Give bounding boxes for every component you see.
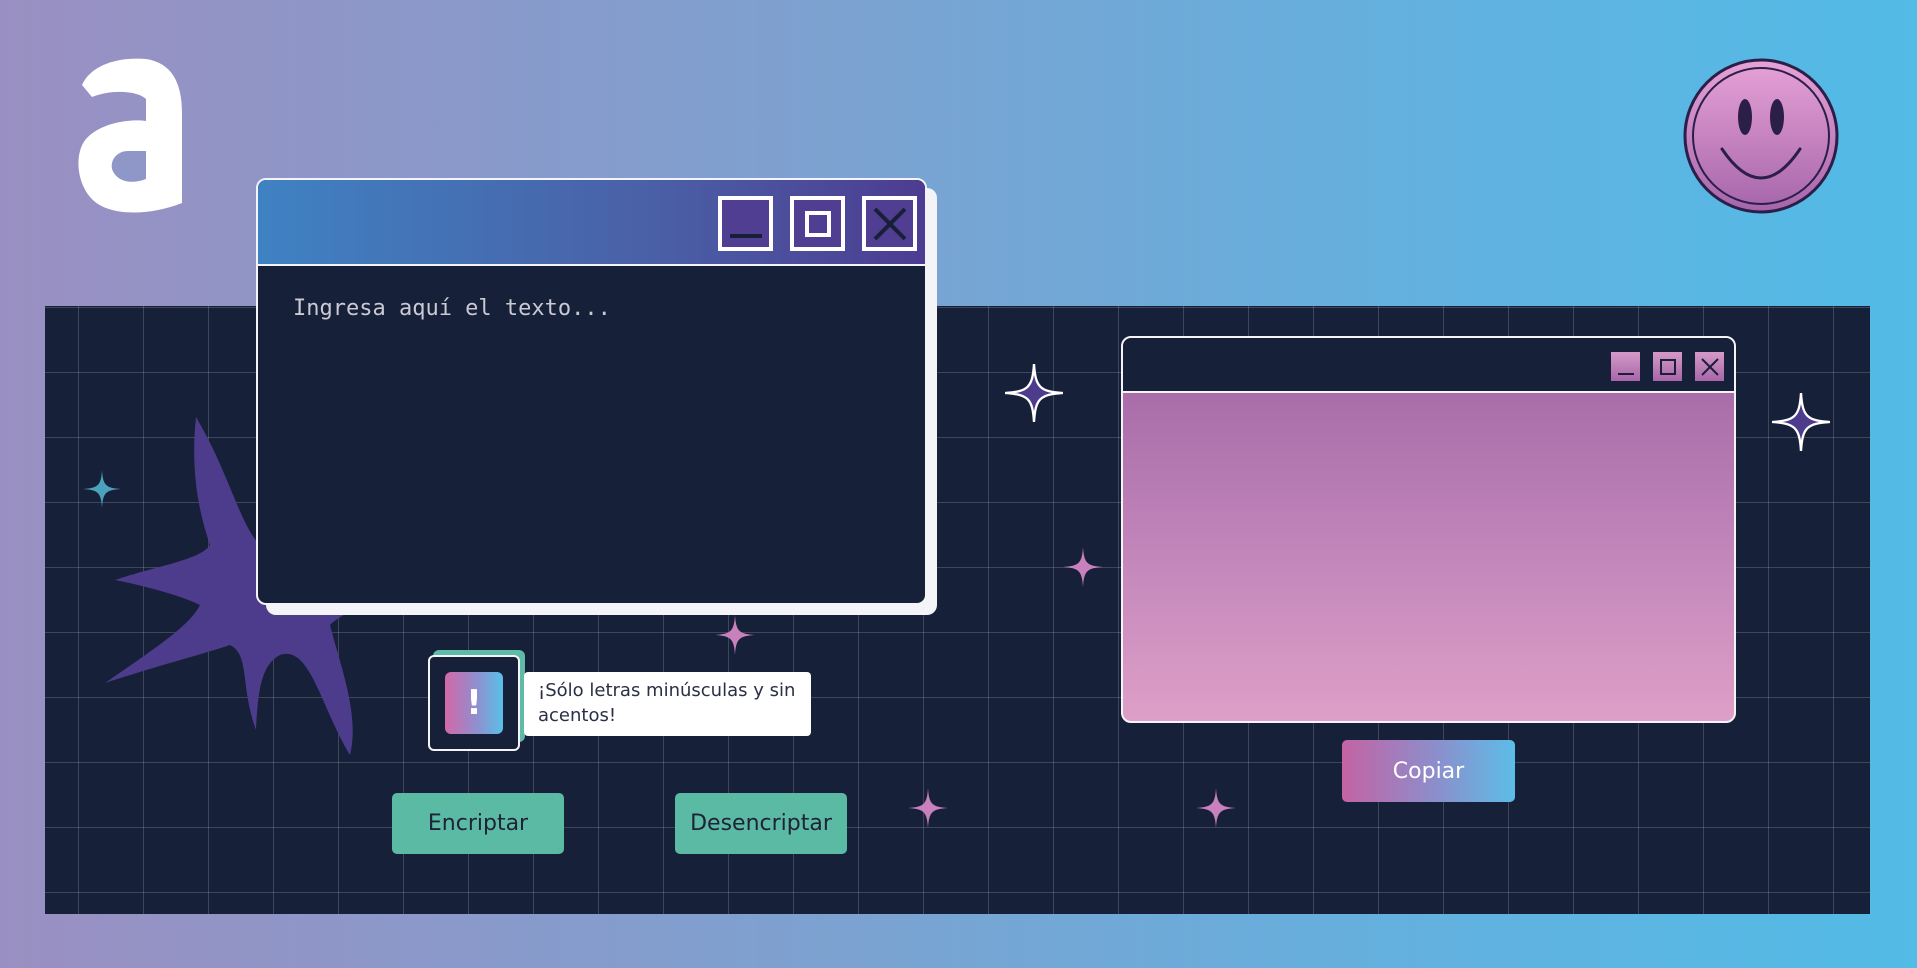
warning-icon-box: ! [428,655,520,751]
decrypt-button[interactable]: Desencriptar [675,793,847,854]
sparkle-icon [1196,788,1236,828]
copy-button[interactable]: Copiar [1342,740,1515,802]
maximize-button[interactable] [1653,352,1682,381]
input-window [256,178,927,605]
output-window [1121,336,1736,723]
close-icon [1700,357,1719,376]
close-icon [873,207,906,240]
input-window-titlebar[interactable] [258,180,925,266]
maximize-button[interactable] [790,196,845,251]
warning-message: ¡Sólo letras minúsculas y sin acentos! [524,672,811,736]
minimize-icon [729,233,762,238]
maximize-icon [1659,358,1676,375]
sparkle-icon [715,615,755,655]
sparkle-icon [1063,547,1103,587]
maximize-icon [804,210,831,237]
sparkle-icon [1772,393,1830,451]
sparkle-icon [83,470,121,508]
close-button[interactable] [1695,352,1724,381]
output-window-titlebar[interactable] [1123,338,1734,393]
exclamation-icon: ! [445,672,503,734]
minimize-button[interactable] [718,196,773,251]
smiley-icon [1683,58,1839,214]
output-text-field[interactable] [1143,413,1718,703]
sparkle-icon [1005,364,1063,422]
logo-icon [78,58,182,213]
close-button[interactable] [862,196,917,251]
input-text-field[interactable] [293,296,893,586]
encrypt-button[interactable]: Encriptar [392,793,564,854]
minimize-icon [1617,372,1634,375]
sparkle-icon [908,788,948,828]
minimize-button[interactable] [1611,352,1640,381]
